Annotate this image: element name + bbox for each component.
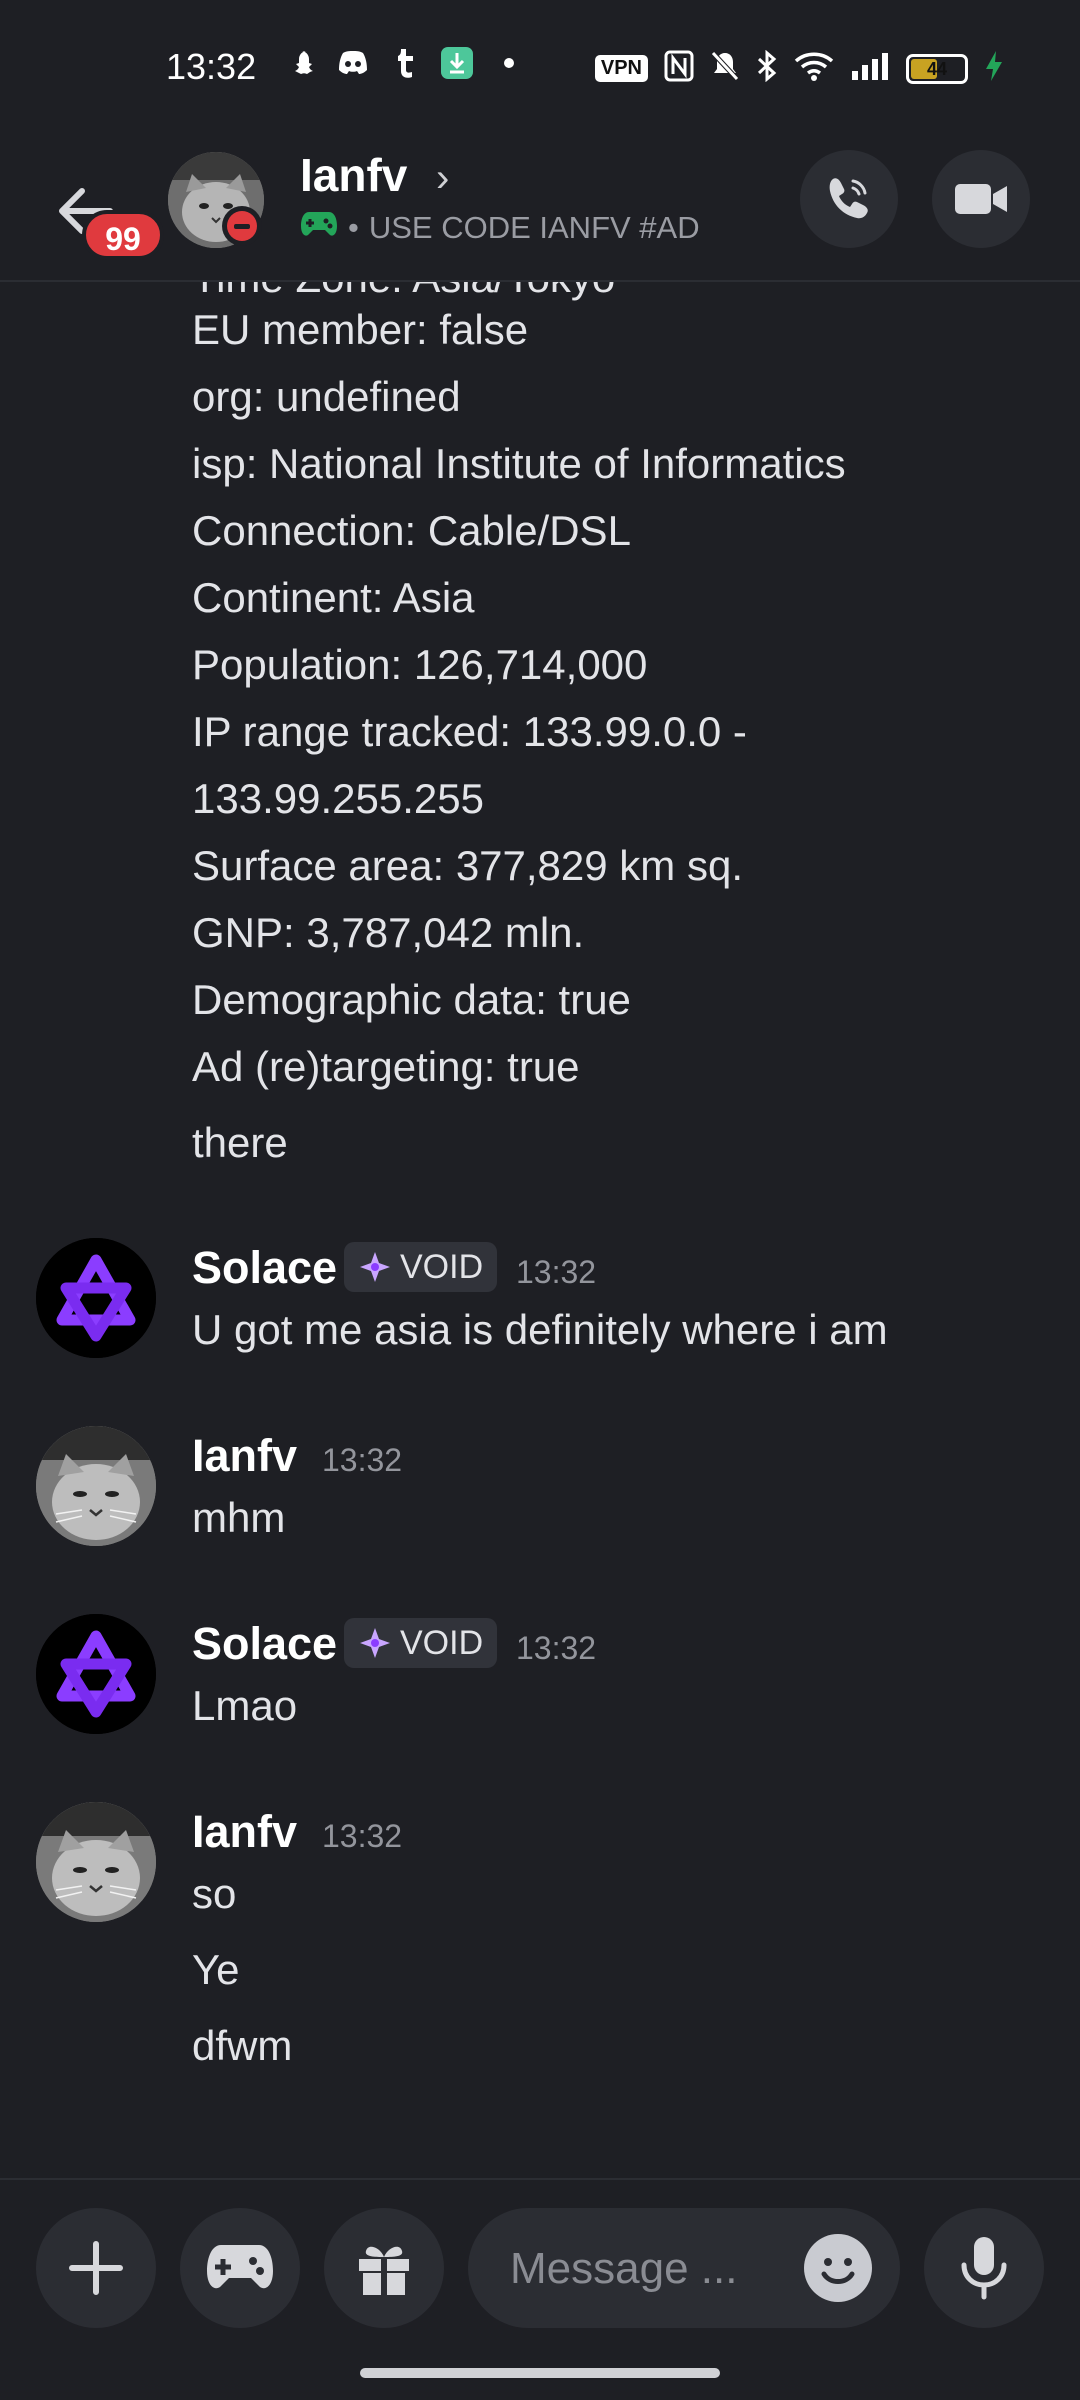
message-line: Continent: Asia bbox=[192, 574, 475, 621]
gamepad-icon bbox=[300, 210, 338, 246]
status-separator: • bbox=[348, 210, 359, 245]
battery-icon: 44 bbox=[906, 53, 968, 84]
message-line: EU member: false bbox=[192, 306, 529, 353]
message-line: there bbox=[192, 1119, 288, 1166]
avatar[interactable] bbox=[36, 1614, 156, 1734]
notification-icons bbox=[284, 46, 526, 80]
video-camera-icon bbox=[955, 184, 1007, 214]
snapchat-icon bbox=[284, 46, 318, 80]
message-line: org: undefined bbox=[192, 373, 461, 420]
message-line: 133.99.255.255 bbox=[192, 775, 484, 822]
gamepad-icon bbox=[207, 2245, 273, 2289]
gift-button[interactable] bbox=[324, 2208, 444, 2328]
plus-icon bbox=[69, 2241, 123, 2295]
message-author[interactable]: Solace bbox=[192, 1242, 337, 1294]
cat-avatar-icon bbox=[36, 1802, 156, 1922]
void-logo-icon bbox=[36, 1238, 156, 1358]
message-input[interactable] bbox=[508, 2238, 762, 2300]
message-line: Demographic data: true bbox=[192, 976, 631, 1023]
microphone-icon bbox=[961, 2237, 1007, 2300]
timestamp: 13:32 bbox=[516, 1254, 597, 1290]
custom-status: • USE CODE IANFV #AD bbox=[300, 210, 700, 246]
message-line: dfwm bbox=[192, 2022, 293, 2069]
sparkle-icon bbox=[360, 1628, 390, 1658]
message-list[interactable]: Time Zone: Asia/Tokyo EU member: false o… bbox=[0, 282, 1080, 2180]
void-logo-icon bbox=[36, 1614, 156, 1734]
message-input-container bbox=[468, 2208, 900, 2328]
mute-icon bbox=[710, 50, 740, 87]
unread-badge: 99 bbox=[82, 210, 164, 260]
avatar[interactable] bbox=[36, 1426, 156, 1546]
smiley-icon bbox=[806, 2236, 870, 2300]
activities-button[interactable] bbox=[180, 2208, 300, 2328]
message-line: Population: 126,714,000 bbox=[192, 641, 648, 688]
dm-header: 99 Ianfv › • USE CODE IANFV #AD bbox=[0, 140, 1080, 282]
charging-icon bbox=[984, 50, 1004, 87]
message-line: IP range tracked: 133.99.0.0 - bbox=[192, 708, 747, 755]
signal-icon bbox=[850, 51, 890, 86]
message-line: Ad (re)targeting: true bbox=[192, 1043, 580, 1090]
message-line: Ye bbox=[192, 1946, 240, 1993]
phone-icon bbox=[829, 178, 868, 219]
message-line: GNP: 3,787,042 mln. bbox=[192, 909, 585, 956]
bluetooth-icon bbox=[756, 49, 778, 87]
timestamp: 13:32 bbox=[322, 1442, 403, 1478]
battery-level: 44 bbox=[926, 58, 948, 79]
avatar[interactable] bbox=[36, 1238, 156, 1358]
discord-icon bbox=[336, 46, 370, 80]
home-indicator[interactable] bbox=[360, 2368, 720, 2378]
timestamp: 13:32 bbox=[322, 1818, 403, 1854]
message-line: so bbox=[192, 1870, 237, 1917]
message-line: Lmao bbox=[192, 1682, 298, 1729]
message-composer bbox=[0, 2178, 1080, 2360]
status-text: USE CODE IANFV #AD bbox=[368, 210, 700, 245]
download-icon bbox=[440, 46, 474, 80]
status-bar: 13:32 VPN 44 bbox=[0, 0, 1080, 140]
video-call-button[interactable] bbox=[932, 150, 1030, 248]
guild-tag[interactable]: VOID bbox=[344, 1242, 498, 1292]
nfc-icon bbox=[664, 50, 694, 87]
vpn-icon: VPN bbox=[594, 55, 648, 82]
message-line: mhm bbox=[192, 1494, 286, 1541]
guild-tag-label: VOID bbox=[400, 1623, 484, 1662]
system-icons: VPN 44 bbox=[594, 49, 1004, 87]
emoji-button[interactable] bbox=[804, 2234, 872, 2302]
chevron-right-icon[interactable]: › bbox=[436, 156, 449, 201]
gift-icon bbox=[359, 2246, 409, 2295]
message-author[interactable]: Ianfv bbox=[192, 1430, 297, 1482]
more-dot-icon bbox=[492, 46, 526, 80]
cat-avatar-icon bbox=[36, 1426, 156, 1546]
voice-message-button[interactable] bbox=[924, 2208, 1044, 2328]
message-line: Surface area: 377,829 km sq. bbox=[192, 842, 743, 889]
message-author[interactable]: Ianfv bbox=[192, 1806, 297, 1858]
status-time: 13:32 bbox=[166, 46, 257, 87]
message-line: U got me asia is definitely where i am bbox=[192, 1306, 888, 1353]
message-author[interactable]: Solace bbox=[192, 1618, 337, 1670]
add-attachment-button[interactable] bbox=[36, 2208, 156, 2328]
avatar[interactable] bbox=[36, 1802, 156, 1922]
message-line: isp: National Institute of Informatics bbox=[192, 440, 846, 487]
message-line: Connection: Cable/DSL bbox=[192, 507, 631, 554]
sparkle-icon bbox=[360, 1252, 390, 1282]
tumblr-icon bbox=[388, 46, 422, 80]
wifi-icon bbox=[794, 51, 834, 86]
guild-tag-label: VOID bbox=[400, 1247, 484, 1286]
channel-title[interactable]: Ianfv bbox=[300, 148, 407, 202]
guild-tag[interactable]: VOID bbox=[344, 1618, 498, 1668]
voice-call-button[interactable] bbox=[800, 150, 898, 248]
message-line-partial: Time Zone: Asia/Tokyo bbox=[192, 282, 615, 302]
dnd-status-icon bbox=[222, 206, 262, 246]
timestamp: 13:32 bbox=[516, 1630, 597, 1666]
